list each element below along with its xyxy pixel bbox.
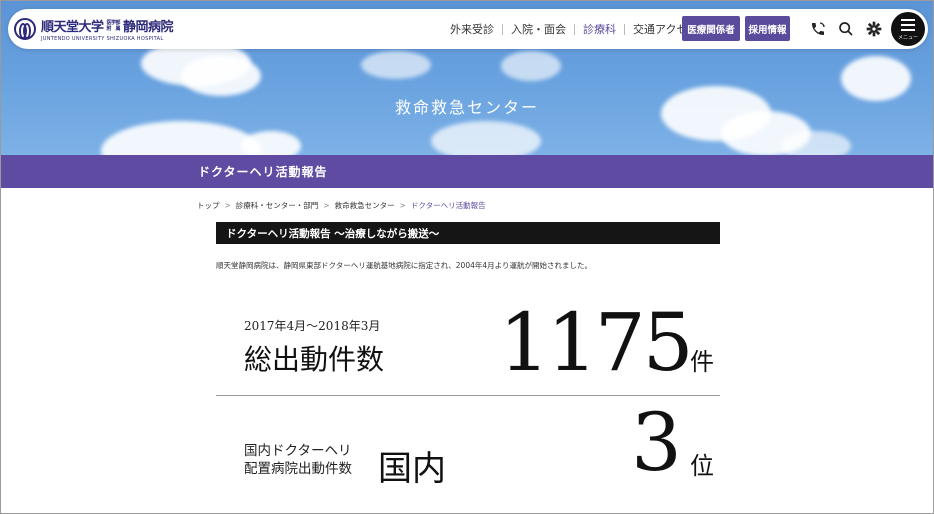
medical-professionals-button[interactable]: 医療関係者 bbox=[682, 16, 740, 41]
stat-period: 2017年4月〜2018年3月 bbox=[244, 319, 381, 333]
logo-small-bottom: 附 属 bbox=[106, 25, 121, 32]
hamburger-icon-line bbox=[901, 24, 915, 26]
logo-english: JUNTENDO UNIVERSITY SHIZUOKA HOSPITAL bbox=[41, 36, 164, 42]
hero-title: 救命救急センター bbox=[394, 98, 539, 117]
stat-rank-value: 3 bbox=[631, 396, 682, 489]
stat-total-label: 総出動件数 bbox=[244, 343, 385, 376]
stat-total-value: 1175 bbox=[499, 296, 694, 389]
breadcrumb-departments[interactable]: 診療科・センター・部門 bbox=[236, 200, 319, 211]
stat-total-unit: 件 bbox=[690, 348, 714, 376]
chevron-right-icon: > bbox=[323, 201, 330, 210]
breadcrumb-current: ドクターヘリ活動報告 bbox=[410, 201, 486, 210]
stat-rank-label-line2: 配置病院出動件数 bbox=[244, 461, 352, 477]
search-icon[interactable] bbox=[836, 19, 856, 39]
phone-icon[interactable] bbox=[808, 19, 828, 39]
main-nav: 外来受診 入院・面会 診療科 交通アクセス bbox=[442, 9, 706, 49]
logo-emblem-icon bbox=[14, 18, 36, 40]
title-band: ドクターヘリ活動報告 bbox=[1, 155, 933, 188]
hospital-logo[interactable]: 順天堂大学 医学部 附 属 静岡病院 JUNTENDO UNIVERSITY S… bbox=[14, 16, 174, 43]
stat-rank-unit: 位 bbox=[690, 452, 714, 480]
intro-text: 順天堂静岡病院は、静岡県東部ドクターヘリ運航基地病院に指定され、2004年4月よ… bbox=[216, 261, 592, 270]
logo-text: 順天堂大学 医学部 附 属 静岡病院 JUNTENDO UNIVERSITY S… bbox=[41, 16, 174, 43]
gear-icon[interactable] bbox=[864, 19, 884, 39]
chevron-right-icon: > bbox=[224, 201, 231, 210]
hamburger-icon-line bbox=[901, 29, 915, 31]
nav-departments[interactable]: 診療科 bbox=[575, 21, 624, 37]
breadcrumb: トップ > 診療科・センター・部門 > 救命救急センター > ドクターヘリ活動報… bbox=[197, 200, 486, 211]
recruit-button[interactable]: 採用情報 bbox=[745, 16, 790, 41]
logo-affiliation: 医学部 附 属 bbox=[107, 20, 121, 32]
breadcrumb-emergency-center[interactable]: 救命救急センター bbox=[335, 200, 395, 211]
band-title: ドクターヘリ活動報告 bbox=[198, 165, 328, 179]
site-header: 順天堂大学 医学部 附 属 静岡病院 JUNTENDO UNIVERSITY S… bbox=[8, 9, 928, 49]
nav-inpatient[interactable]: 入院・面会 bbox=[503, 21, 574, 37]
nav-outpatient[interactable]: 外来受診 bbox=[442, 21, 502, 37]
logo-university: 順天堂大学 bbox=[41, 20, 104, 35]
menu-button[interactable]: メニュー bbox=[891, 12, 925, 46]
logo-hospital: 静岡病院 bbox=[123, 20, 174, 35]
cloud-decoration bbox=[501, 51, 561, 81]
hamburger-icon-line bbox=[901, 19, 915, 21]
chevron-right-icon: > bbox=[399, 201, 406, 210]
menu-label: メニュー bbox=[897, 34, 918, 41]
stat-rank-label-line1: 国内ドクターヘリ bbox=[244, 443, 352, 459]
logo-title: 順天堂大学 医学部 附 属 静岡病院 bbox=[41, 16, 174, 36]
breadcrumb-home[interactable]: トップ bbox=[197, 200, 220, 211]
section-heading: ドクターヘリ活動報告 〜治療しながら搬送〜 bbox=[216, 222, 720, 244]
cloud-decoration bbox=[361, 51, 431, 79]
cloud-decoration bbox=[181, 56, 261, 96]
stat-rank-scope: 国内 bbox=[378, 449, 446, 489]
page-frame: 救命救急センター ドクターヘリ活動報告 順天堂大学 医学部 附 属 静岡病院 J… bbox=[0, 0, 934, 514]
